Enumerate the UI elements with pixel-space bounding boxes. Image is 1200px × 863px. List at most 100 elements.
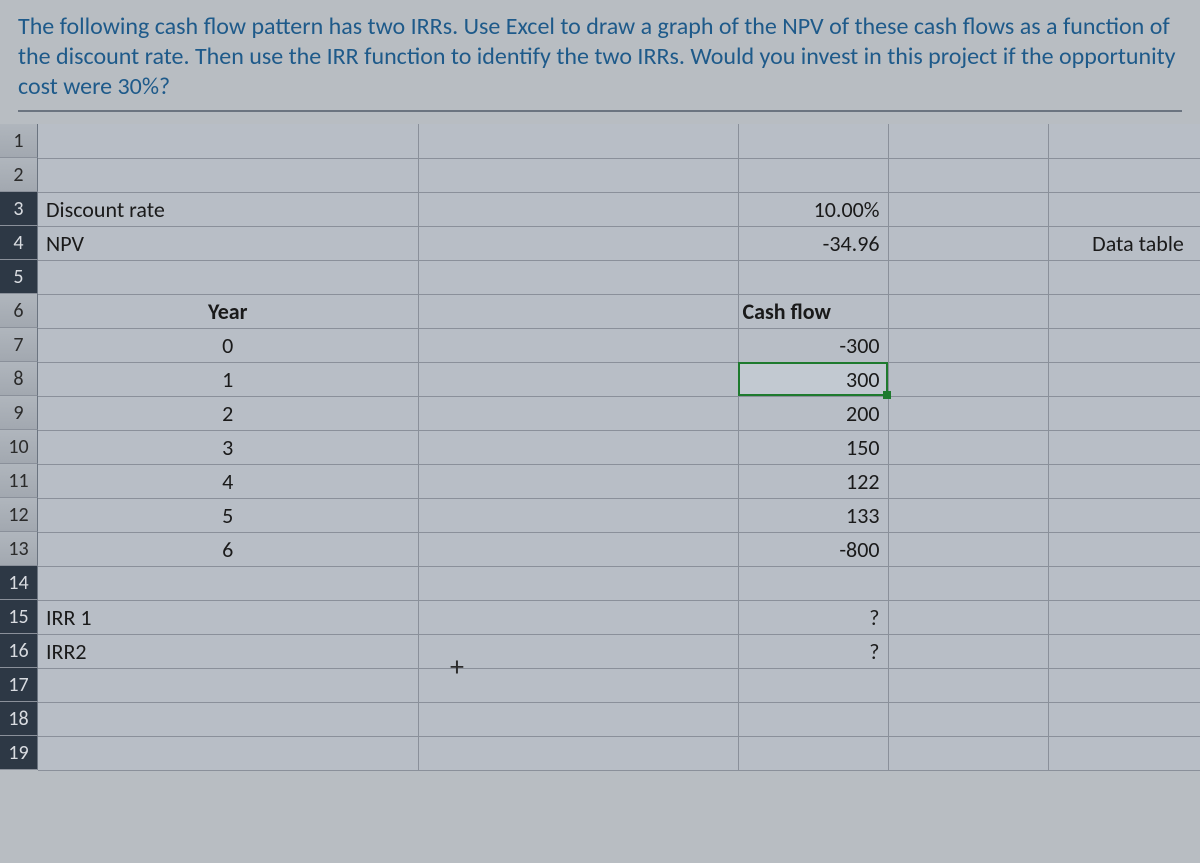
row-header[interactable]: 3	[0, 192, 38, 226]
cell[interactable]	[738, 668, 888, 702]
year-cell[interactable]: 2	[38, 396, 418, 430]
row-header[interactable]: 7	[0, 328, 38, 362]
data-table-link[interactable]: Data table	[1048, 226, 1200, 260]
row-header[interactable]: 2	[0, 158, 38, 192]
year-header[interactable]: Year	[38, 294, 418, 328]
cell[interactable]	[1048, 498, 1200, 532]
year-cell[interactable]: 4	[38, 464, 418, 498]
cell[interactable]	[1048, 294, 1200, 328]
row-header[interactable]: 17	[0, 668, 38, 702]
year-cell[interactable]: 1	[38, 362, 418, 396]
cell[interactable]	[1048, 430, 1200, 464]
row-header[interactable]: 16	[0, 634, 38, 668]
cell[interactable]	[1048, 362, 1200, 396]
irr2-label[interactable]: IRR2	[38, 634, 418, 668]
cashflow-cell[interactable]: 133	[738, 498, 888, 532]
cell[interactable]	[418, 464, 738, 498]
row-header[interactable]: 12	[0, 498, 38, 532]
cell[interactable]	[418, 532, 738, 566]
cashflow-cell[interactable]: -300	[738, 328, 888, 362]
cell[interactable]	[1048, 464, 1200, 498]
cell[interactable]	[418, 566, 738, 600]
discount-rate-label[interactable]: Discount rate	[38, 192, 418, 226]
row-header[interactable]: 15	[0, 600, 38, 634]
cell[interactable]	[1048, 158, 1200, 192]
cell[interactable]	[1048, 702, 1200, 736]
irr1-label[interactable]: IRR 1	[38, 600, 418, 634]
cell[interactable]	[1048, 124, 1200, 158]
irr1-value[interactable]: ?	[738, 600, 888, 634]
year-cell[interactable]: 5	[38, 498, 418, 532]
cell[interactable]	[888, 192, 1048, 226]
row-header[interactable]: 8	[0, 362, 38, 396]
cell[interactable]	[1048, 396, 1200, 430]
cell[interactable]	[888, 736, 1048, 770]
cell[interactable]	[418, 124, 738, 158]
cell[interactable]	[888, 124, 1048, 158]
cell[interactable]	[738, 566, 888, 600]
cell[interactable]	[418, 260, 738, 294]
year-cell[interactable]: 3	[38, 430, 418, 464]
row-header[interactable]: 6	[0, 294, 38, 328]
cell[interactable]	[38, 702, 418, 736]
npv-value[interactable]: -34.96	[738, 226, 888, 260]
cell[interactable]	[1048, 668, 1200, 702]
row-header[interactable]: 10	[0, 430, 38, 464]
cell[interactable]	[418, 634, 738, 668]
row-header[interactable]: 9	[0, 396, 38, 430]
cell[interactable]	[888, 430, 1048, 464]
cell[interactable]	[1048, 634, 1200, 668]
cell[interactable]	[418, 192, 738, 226]
cell[interactable]	[38, 736, 418, 770]
cell[interactable]	[888, 328, 1048, 362]
cell[interactable]	[888, 260, 1048, 294]
cashflow-cell[interactable]: 150	[738, 430, 888, 464]
cell[interactable]	[418, 668, 738, 702]
cell[interactable]	[888, 634, 1048, 668]
cell[interactable]	[418, 600, 738, 634]
cell[interactable]	[1048, 566, 1200, 600]
year-cell[interactable]: 6	[38, 532, 418, 566]
row-header[interactable]: 14	[0, 566, 38, 600]
cell[interactable]	[888, 396, 1048, 430]
cell[interactable]	[888, 702, 1048, 736]
cell[interactable]	[888, 464, 1048, 498]
cell[interactable]	[418, 736, 738, 770]
cell[interactable]	[38, 668, 418, 702]
cell[interactable]	[38, 260, 418, 294]
irr2-value[interactable]: ?	[738, 634, 888, 668]
row-header[interactable]: 4	[0, 226, 38, 260]
cell[interactable]	[418, 294, 738, 328]
cell[interactable]	[888, 532, 1048, 566]
cell[interactable]	[1048, 328, 1200, 362]
cashflow-cell-active[interactable]: 300	[738, 362, 888, 396]
cell[interactable]	[418, 702, 738, 736]
cell[interactable]	[418, 396, 738, 430]
cell[interactable]	[38, 566, 418, 600]
cell[interactable]	[888, 566, 1048, 600]
cell[interactable]	[738, 736, 888, 770]
cell[interactable]	[738, 158, 888, 192]
cell[interactable]	[888, 362, 1048, 396]
row-header[interactable]: 13	[0, 532, 38, 566]
discount-rate-value[interactable]: 10.00%	[738, 192, 888, 226]
cell[interactable]	[738, 260, 888, 294]
cell[interactable]	[418, 430, 738, 464]
cell[interactable]	[888, 158, 1048, 192]
cell[interactable]	[738, 702, 888, 736]
cell[interactable]	[418, 328, 738, 362]
row-header[interactable]: 18	[0, 702, 38, 736]
cell[interactable]	[888, 226, 1048, 260]
cell[interactable]	[418, 226, 738, 260]
cell[interactable]	[418, 498, 738, 532]
cashflow-cell[interactable]: -800	[738, 532, 888, 566]
cell[interactable]	[888, 294, 1048, 328]
cell[interactable]	[1048, 260, 1200, 294]
cell[interactable]	[888, 600, 1048, 634]
cell[interactable]	[1048, 736, 1200, 770]
cell[interactable]	[418, 362, 738, 396]
cell[interactable]	[738, 124, 888, 158]
cell[interactable]	[38, 124, 418, 158]
cashflow-cell[interactable]: 200	[738, 396, 888, 430]
cell[interactable]	[1048, 532, 1200, 566]
